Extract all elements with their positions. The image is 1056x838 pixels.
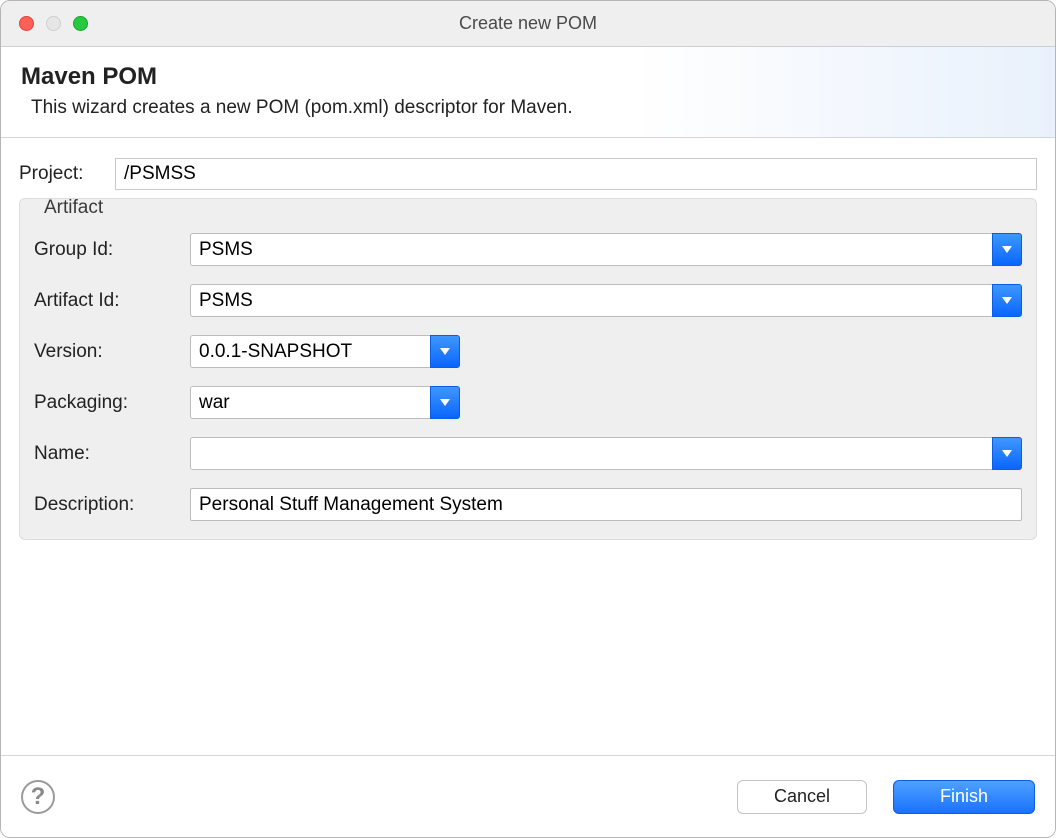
version-label: Version:	[34, 341, 184, 363]
group-id-label: Group Id:	[34, 239, 184, 261]
packaging-combo[interactable]	[190, 386, 460, 419]
version-dropdown-button[interactable]	[430, 335, 460, 368]
finish-button[interactable]: Finish	[893, 780, 1035, 814]
artifact-group: Artifact Group Id: Artifact Id: Versi	[19, 198, 1037, 540]
description-label: Description:	[34, 494, 184, 516]
project-input[interactable]	[115, 158, 1037, 190]
group-id-combo[interactable]	[190, 233, 1022, 266]
artifact-id-input[interactable]	[190, 284, 992, 317]
help-icon[interactable]: ?	[21, 780, 55, 814]
project-label: Project:	[19, 163, 115, 185]
artifact-form: Group Id: Artifact Id: Version:	[34, 233, 1022, 521]
artifact-id-dropdown-button[interactable]	[992, 284, 1022, 317]
group-id-input[interactable]	[190, 233, 992, 266]
wizard-window: Create new POM Maven POM This wizard cre…	[0, 0, 1056, 838]
name-combo[interactable]	[190, 437, 1022, 470]
packaging-input[interactable]	[190, 386, 430, 419]
wizard-body: Project: Artifact Group Id: Artifact Id:	[1, 138, 1055, 755]
window-title: Create new POM	[1, 13, 1055, 34]
version-input[interactable]	[190, 335, 430, 368]
packaging-dropdown-button[interactable]	[430, 386, 460, 419]
description-input[interactable]	[190, 488, 1022, 521]
titlebar: Create new POM	[1, 1, 1055, 47]
wizard-banner: Maven POM This wizard creates a new POM …	[1, 47, 1055, 138]
name-label: Name:	[34, 443, 184, 465]
chevron-down-icon	[1002, 450, 1012, 457]
cancel-button[interactable]: Cancel	[737, 780, 867, 814]
artifact-id-label: Artifact Id:	[34, 290, 184, 312]
artifact-id-combo[interactable]	[190, 284, 1022, 317]
chevron-down-icon	[1002, 297, 1012, 304]
name-input[interactable]	[190, 437, 992, 470]
artifact-legend: Artifact	[40, 197, 107, 219]
chevron-down-icon	[1002, 246, 1012, 253]
page-description: This wizard creates a new POM (pom.xml) …	[31, 97, 1035, 119]
packaging-label: Packaging:	[34, 392, 184, 414]
page-title: Maven POM	[21, 63, 1035, 91]
group-id-dropdown-button[interactable]	[992, 233, 1022, 266]
name-dropdown-button[interactable]	[992, 437, 1022, 470]
wizard-footer: ? Cancel Finish	[1, 755, 1055, 837]
project-row: Project:	[19, 158, 1037, 190]
chevron-down-icon	[440, 348, 450, 355]
version-combo[interactable]	[190, 335, 460, 368]
chevron-down-icon	[440, 399, 450, 406]
